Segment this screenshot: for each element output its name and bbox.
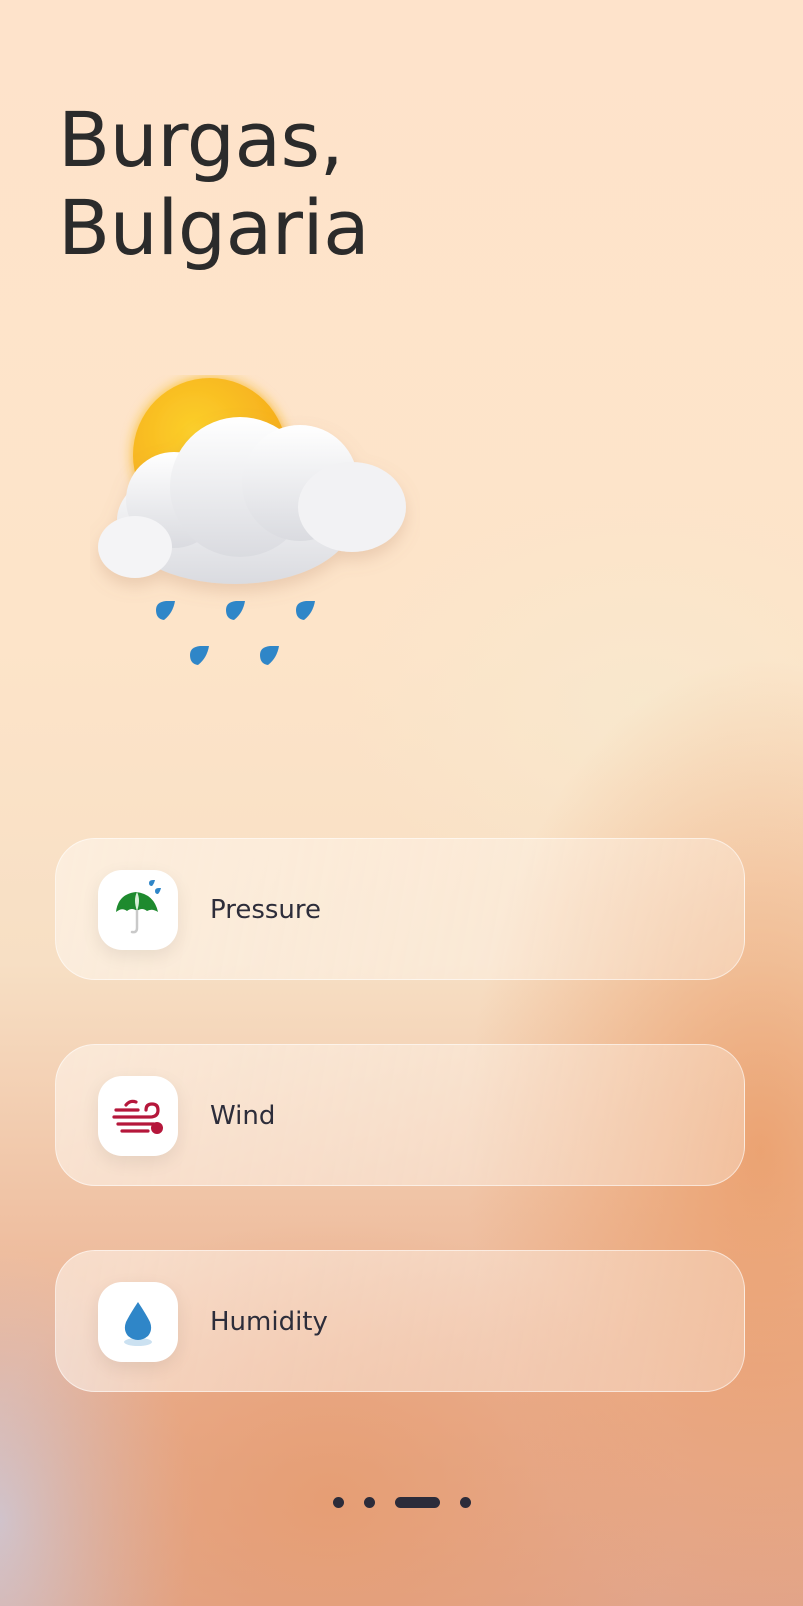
page-indicator (0, 1492, 803, 1512)
pressure-label: Pressure (210, 895, 322, 925)
city-name: Burgas, (58, 95, 344, 184)
umbrella-rain-icon (98, 870, 178, 950)
page-dot-1[interactable] (332, 1496, 344, 1508)
humidity-label: Humidity (210, 1307, 328, 1337)
location-title: Burgas, Bulgaria (58, 95, 370, 272)
page-dot-3-active[interactable] (394, 1496, 440, 1508)
wind-label: Wind (210, 1101, 276, 1131)
sun-behind-rain-cloud-icon (90, 375, 420, 695)
page-dot-2[interactable] (363, 1496, 375, 1508)
wind-icon (98, 1076, 178, 1156)
water-drop-icon (98, 1282, 178, 1362)
wind-card[interactable]: Wind (55, 1044, 745, 1186)
country-name: Bulgaria (58, 183, 370, 272)
pressure-card[interactable]: Pressure (55, 838, 745, 980)
humidity-card[interactable]: Humidity (55, 1250, 745, 1392)
page-dot-4[interactable] (459, 1496, 471, 1508)
